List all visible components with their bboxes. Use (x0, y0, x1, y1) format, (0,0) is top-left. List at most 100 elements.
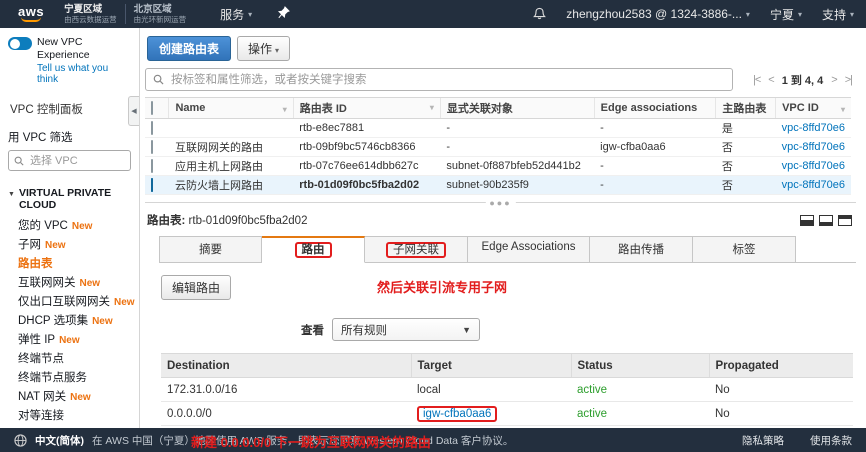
tab-subnet-associations[interactable]: 子网关联 (365, 236, 468, 263)
pin-icon[interactable] (278, 6, 290, 22)
support-menu[interactable]: 支持 ▾ (822, 6, 854, 23)
edit-routes-button[interactable]: 编辑路由 (161, 275, 231, 300)
column-header-route-table-id[interactable]: 路由表 ID▾ (293, 98, 440, 119)
services-menu[interactable]: 服务 ▾ (220, 6, 252, 23)
tab-route-propagation[interactable]: 路由传播 (590, 236, 693, 263)
aws-logo[interactable]: aws (18, 6, 44, 22)
column-header-vpc-id[interactable]: VPC ID ▾ (776, 98, 851, 119)
actions-button[interactable]: 操作▾ (237, 36, 290, 61)
footer-language-selector[interactable]: 中文(简体) (35, 433, 84, 448)
cell-explicit-assoc: - (440, 119, 594, 138)
sidebar-collapse-handle[interactable]: ◀ (128, 96, 139, 126)
sidebar-item-endpoints[interactable]: 终端节点 (0, 350, 139, 369)
column-header-status: Status (571, 354, 709, 378)
new-badge: New (114, 297, 135, 308)
layout-full-icon[interactable] (838, 215, 852, 226)
select-all-checkbox[interactable] (151, 101, 153, 115)
sidebar-item-endpoint-services[interactable]: 终端节点服务 (0, 369, 139, 388)
vpc-filter-input[interactable] (28, 154, 118, 168)
sidebar-item-your-vpcs[interactable]: 您的 VPCNew (0, 217, 139, 236)
row-checkbox-checked[interactable] (151, 178, 153, 192)
row-checkbox[interactable] (151, 140, 153, 154)
table-row[interactable]: 互联网网关的路由 rtb-09bf9bc5746cb8366 - igw-cfb… (145, 138, 851, 157)
region-menu[interactable]: 宁夏 ▾ (770, 6, 802, 23)
table-filter-box[interactable] (145, 68, 733, 91)
sidebar-item-egress-only-igw[interactable]: 仅出口互联网网关 New (0, 293, 139, 312)
sidebar-item-vpc-dashboard[interactable]: VPC 控制面板 (0, 101, 139, 117)
annotation-redbox: 子网关联 (386, 242, 446, 258)
new-badge: New (92, 316, 113, 327)
tab-tags[interactable]: 标签 (693, 236, 796, 263)
table-filter-input[interactable] (169, 73, 725, 87)
sort-icon[interactable]: ▾ (430, 103, 434, 112)
select-all-cell (145, 98, 169, 119)
sidebar-item-internet-gateways[interactable]: 互联网网关New (0, 274, 139, 293)
sidebar-item-peering-connections[interactable]: 对等连接 (0, 407, 139, 426)
new-badge: New (70, 392, 91, 403)
sort-icon[interactable]: ▾ (283, 105, 287, 114)
tab-summary[interactable]: 摘要 (159, 236, 262, 263)
cell-route-table-id: rtb-09bf9bc5746cb8366 (293, 138, 440, 157)
filter-row: |< < 1 到 4, 4 > >| (145, 68, 856, 91)
sidebar-item-dhcp-option-sets[interactable]: DHCP 选项集New (0, 312, 139, 331)
route-row[interactable]: 0.0.0.0/0 igw-cfba0aa6 active No (161, 402, 853, 426)
pagination-next-icon[interactable]: > (831, 74, 836, 86)
vpc-id-link[interactable]: vpc-8ffd70e6 (782, 179, 845, 191)
vpc-id-link[interactable]: vpc-8ffd70e6 (782, 160, 845, 172)
column-header-main[interactable]: 主路由表 (716, 98, 776, 119)
cell-status: active (571, 402, 709, 426)
account-menu[interactable]: zhengzhou2583 @ 1324-3886-... ▾ (566, 7, 750, 21)
column-header-edge-assoc[interactable]: Edge associations (594, 98, 716, 119)
sidebar-item-label: 子网 (18, 239, 41, 251)
pagination-last-icon[interactable]: >| (845, 74, 852, 86)
pagination-first-icon[interactable]: |< (753, 74, 760, 86)
chevron-down-icon: ▾ (746, 10, 750, 19)
table-row-selected[interactable]: 云防火墙上网路由 rtb-01d09f0bc5fba2d02 subnet-90… (145, 176, 851, 195)
layout-split-bottom-icon[interactable] (800, 215, 814, 226)
region-beijing: 北京区域 由光环新网运营 (125, 4, 195, 24)
cell-route-table-id: rtb-01d09f0bc5fba2d02 (293, 176, 440, 195)
sidebar-item-route-tables[interactable]: 路由表 (0, 255, 139, 274)
table-row[interactable]: rtb-e8ec7881 - - 是 vpc-8ffd70e6 (145, 119, 851, 138)
sidebar-item-elastic-ips[interactable]: 弹性 IP New (0, 331, 139, 350)
vpc-filter-searchbox[interactable] (8, 150, 131, 171)
row-checkbox[interactable] (151, 159, 153, 173)
splitter-drag-handle[interactable]: ●●● (485, 200, 515, 206)
vpc-id-link[interactable]: vpc-8ffd70e6 (782, 122, 845, 134)
column-header-name[interactable]: Name▾ (169, 98, 293, 119)
new-badge: New (59, 335, 80, 346)
igw-target-link[interactable]: igw-cfba0aa6 (423, 408, 491, 420)
cell-name (169, 119, 293, 138)
view-rules-dropdown[interactable]: 所有规则 ▼ (332, 318, 480, 341)
sidebar-item-label: 弹性 IP (18, 334, 55, 346)
tab-edge-associations[interactable]: Edge Associations (468, 236, 590, 263)
table-header-row: Name▾ 路由表 ID▾ 显式关联对象 Edge associations 主… (145, 98, 851, 119)
sort-icon[interactable]: ▾ (841, 105, 845, 114)
sidebar-item-label: 路由表 (18, 258, 53, 270)
column-label: VPC ID (782, 102, 819, 114)
vpc-id-link[interactable]: vpc-8ffd70e6 (782, 141, 845, 153)
layout-split-half-icon[interactable] (819, 215, 833, 226)
panel-splitter[interactable]: ●●● (145, 202, 856, 210)
feedback-link[interactable]: Tell us what you think (0, 62, 139, 85)
pagination-prev-icon[interactable]: < (768, 74, 773, 86)
panel-layout-controls (800, 215, 854, 226)
sidebar-item-label: 仅出口互联网网关 (18, 296, 110, 308)
route-row[interactable]: 172.31.0.0/16 local active No (161, 378, 853, 402)
cell-edge-assoc: - (594, 157, 716, 176)
sidebar-item-subnets[interactable]: 子网New (0, 236, 139, 255)
cell-edge-assoc: - (594, 119, 716, 138)
cell-status: active (571, 378, 709, 402)
annotation-redbox: 路由 (295, 242, 332, 258)
section-virtual-private-cloud[interactable]: ▼ VIRTUAL PRIVATE CLOUD (0, 187, 139, 211)
column-header-explicit-assoc[interactable]: 显式关联对象 (440, 98, 594, 119)
table-row[interactable]: 应用主机上网路由 rtb-07c76ee614dbb627c subnet-0f… (145, 157, 851, 176)
new-vpc-experience-toggle[interactable] (8, 37, 32, 50)
row-checkbox[interactable] (151, 121, 153, 135)
notifications-bell-icon[interactable] (533, 7, 546, 21)
sidebar-item-label: NAT 网关 (18, 391, 66, 403)
tab-routes[interactable]: 路由 (262, 236, 365, 263)
region-beijing-title: 北京区域 (134, 4, 187, 15)
create-route-table-button[interactable]: 创建路由表 (147, 36, 231, 61)
sidebar-item-nat-gateways[interactable]: NAT 网关 New (0, 388, 139, 407)
